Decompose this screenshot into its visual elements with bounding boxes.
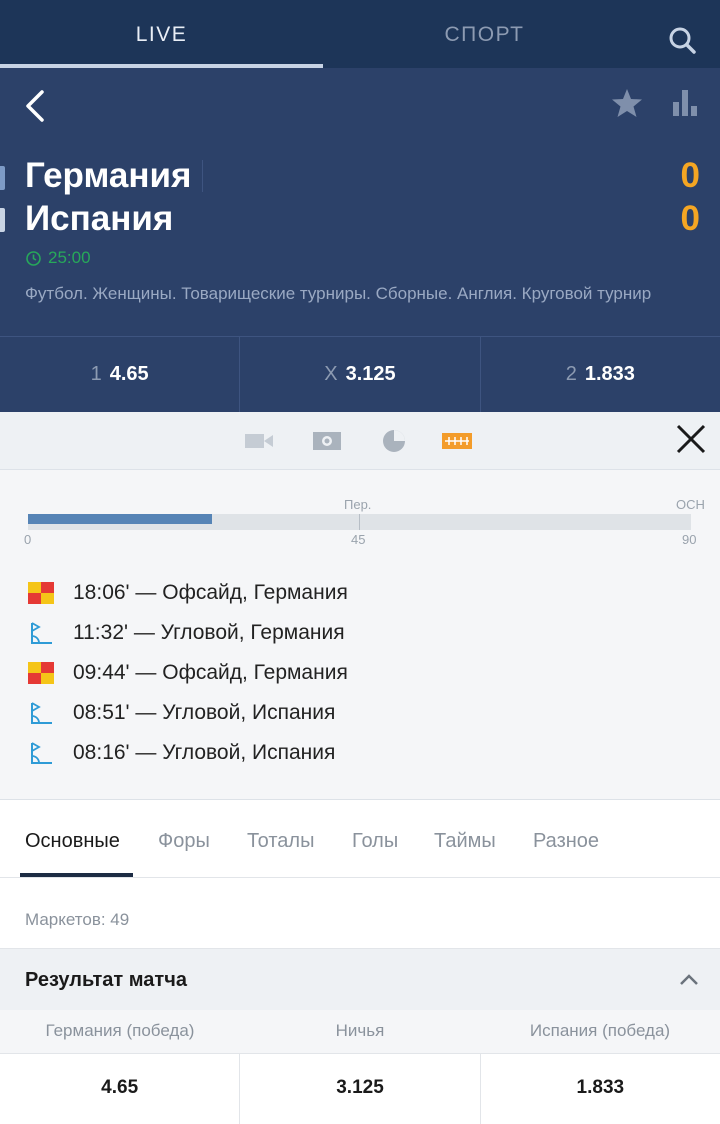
statistics-icon[interactable] — [670, 88, 700, 118]
tab-misc[interactable]: Разное — [533, 830, 599, 853]
corner-icon — [31, 742, 52, 764]
outcome-odd-draw[interactable]: 3.125 — [240, 1054, 481, 1124]
match-timeline: Пер. ОСН 0 45 90 18:06' — Офсайд, Герман… — [0, 470, 720, 800]
tick-start: 0 — [24, 532, 32, 547]
widget-toolbar — [0, 412, 720, 470]
outcome-label-away: Испания (победа) — [529, 1021, 671, 1040]
event-text: 08:51' — Угловой, Испания — [73, 701, 336, 724]
match-progress-fill — [28, 514, 213, 524]
main-odds-row: 1 4.65 X 3.125 2 1.833 — [0, 336, 720, 412]
odd-label: 1 — [90, 363, 102, 385]
outcome-labels: Германия (победа) Ничья Испания (победа) — [0, 1010, 720, 1054]
outcome-odd-home[interactable]: 4.65 — [0, 1054, 241, 1124]
search-icon[interactable] — [664, 22, 700, 58]
event-text: 08:16' — Угловой, Испания — [73, 741, 336, 764]
team1-name: Германия — [25, 156, 192, 195]
market-section-header[interactable]: Результат матча — [0, 948, 720, 1010]
tab-handicaps[interactable]: Форы — [158, 830, 210, 853]
match-header: Германия Испания 0 0 25:00 Футбол. Женщи… — [0, 68, 720, 336]
tab-goals[interactable]: Голы — [352, 830, 398, 853]
tick-mid: 45 — [351, 532, 366, 547]
odd-home-win[interactable]: 1 4.65 — [0, 337, 241, 412]
tick-end: 90 — [682, 532, 697, 547]
tab-halves[interactable]: Таймы — [434, 830, 496, 853]
market-tabs: Основные Форы Тоталы Голы Таймы Разное — [0, 800, 720, 878]
offside-icon — [28, 662, 54, 684]
odd-away-win[interactable]: 2 1.833 — [481, 337, 720, 412]
markets-count: Маркетов: 49 — [25, 910, 130, 929]
active-market-tab-indicator — [20, 873, 133, 877]
odd-label: X — [324, 363, 338, 385]
event-item: 09:44' — Офсайд, Германия — [28, 653, 348, 693]
chevron-up-icon[interactable] — [676, 969, 702, 991]
end-label: ОСН — [676, 497, 705, 512]
favorite-star-icon[interactable] — [610, 86, 644, 120]
half-time-marker — [359, 514, 360, 530]
tab-sport[interactable]: СПОРТ — [323, 0, 646, 68]
match-time: 25:00 — [48, 248, 91, 267]
team2-score: 0 — [680, 199, 700, 238]
back-arrow-icon[interactable] — [20, 86, 50, 126]
team2-marker — [0, 208, 5, 232]
video-icon[interactable] — [243, 427, 275, 455]
event-item: 11:32' — Угловой, Германия — [28, 613, 348, 653]
outcome-odds: 4.65 3.125 1.833 — [0, 1054, 720, 1124]
team2-name: Испания — [25, 199, 174, 238]
divider — [202, 160, 203, 192]
event-item: 18:06' — Офсайд, Германия — [28, 573, 348, 613]
competition-title: Футбол. Женщины. Товарищеские турниры. С… — [25, 284, 652, 303]
tab-totals[interactable]: Тоталы — [247, 830, 314, 853]
event-text: 18:06' — Офсайд, Германия — [73, 581, 348, 604]
odd-draw[interactable]: X 3.125 — [240, 337, 481, 412]
event-text: 11:32' — Угловой, Германия — [73, 621, 345, 644]
field-icon[interactable] — [311, 427, 343, 455]
close-icon[interactable] — [674, 422, 708, 456]
timeline-icon[interactable] — [441, 427, 473, 455]
outcome-odd-away[interactable]: 1.833 — [481, 1054, 720, 1124]
odd-label: 2 — [565, 363, 577, 385]
corner-icon — [31, 622, 52, 644]
event-list: 18:06' — Офсайд, Германия 11:32' — Углов… — [28, 573, 348, 773]
match-progress-bar — [28, 514, 691, 530]
outcome-label-draw: Ничья — [335, 1021, 385, 1040]
event-item: 08:51' — Угловой, Испания — [28, 693, 348, 733]
odd-value: 4.65 — [109, 363, 149, 385]
top-nav: LIVE СПОРТ — [0, 0, 720, 68]
team1-score: 0 — [680, 156, 700, 195]
event-text: 09:44' — Офсайд, Германия — [73, 661, 348, 684]
tab-main[interactable]: Основные — [25, 830, 120, 853]
team1-marker — [0, 166, 5, 190]
pie-chart-icon[interactable] — [380, 427, 408, 455]
odd-value: 3.125 — [345, 363, 396, 385]
section-title: Результат матча — [25, 969, 187, 991]
offside-icon — [28, 582, 54, 604]
corner-icon — [31, 702, 52, 724]
period-label: Пер. — [344, 497, 372, 512]
match-timer: 25:00 — [25, 248, 91, 268]
clock-icon — [26, 250, 41, 266]
tab-live[interactable]: LIVE — [0, 0, 323, 68]
odd-value: 1.833 — [584, 363, 635, 385]
outcome-label-home: Германия (победа) — [45, 1021, 195, 1040]
event-item: 08:16' — Угловой, Испания — [28, 733, 348, 773]
